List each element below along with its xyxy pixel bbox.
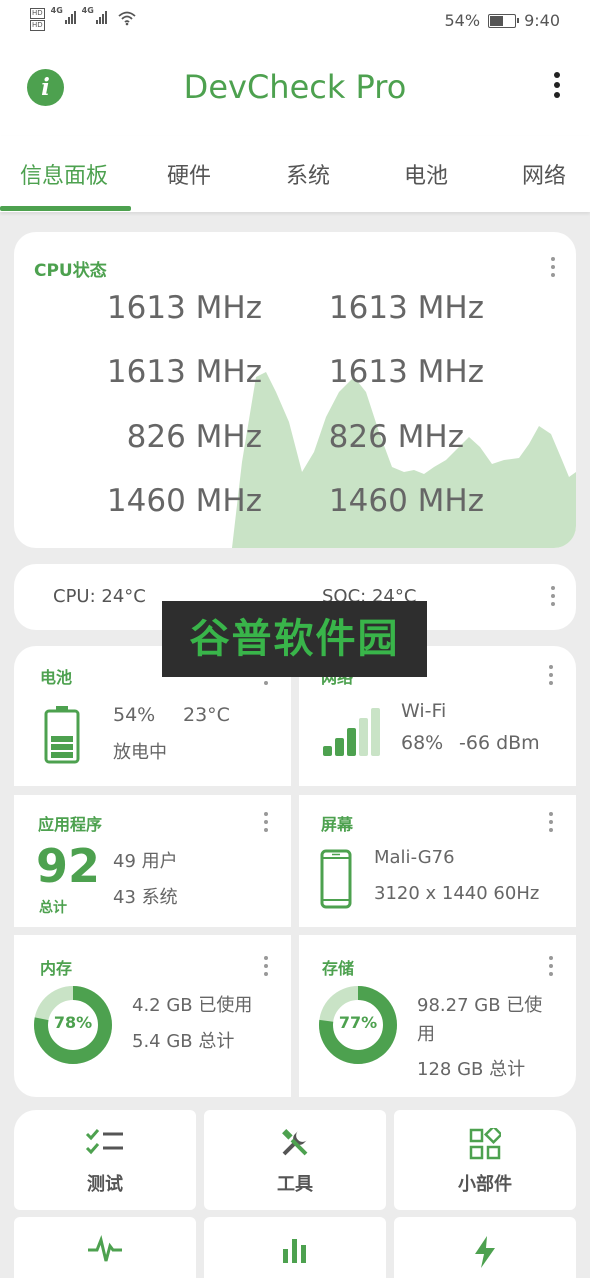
apps-card[interactable]: 应用程序 92 总计 49 用户 43 系统 [14,795,291,927]
memory-card-title: 内存 [40,959,73,978]
cpu-card-menu-icon[interactable] [550,257,556,281]
memory-card-menu-icon[interactable] [263,956,269,980]
tab-battery[interactable]: 电池 [404,158,448,190]
tool-charts-button[interactable] [204,1217,386,1278]
more-vert-icon[interactable] [552,72,562,104]
memory-used: 4.2 GB 已使用 [132,995,253,1016]
tool-pulse-button[interactable] [14,1217,196,1278]
app-title: DevCheck Pro [183,68,407,106]
storage-donut-chart: 77% [318,985,398,1065]
tools-icon [282,1129,308,1156]
apps-card-menu-icon[interactable] [263,812,269,836]
storage-card[interactable]: 存储 77% 98.27 GB 已使 用 128 GB 总计 [299,935,576,1097]
network-card-menu-icon[interactable] [548,665,554,689]
wifi-signal-bars-icon [323,708,381,756]
clock: 9:40 [524,11,560,30]
status-icons-left: HD HD 4G 4G [30,6,137,31]
battery-percent: 54% [444,11,481,30]
storage-card-menu-icon[interactable] [548,956,554,980]
pulse-icon [88,1235,122,1262]
widgets-icon [469,1128,501,1160]
temperature-card-menu-icon[interactable] [550,586,556,610]
cpu-core-2-freq: 1613 MHz [106,354,262,390]
screen-resolution: 3120 x 1440 60Hz [374,883,540,904]
cpu-core-7-freq: 1460 MHz [328,483,484,519]
tool-test-button[interactable]: 测试 [14,1110,196,1210]
battery-status: 放电中 [113,742,167,763]
storage-used-line-1: 98.27 GB 已使 [417,995,543,1016]
cpu-core-5-freq: 826 MHz [328,419,464,455]
storage-used-line-2: 用 [417,1024,435,1045]
tab-dashboard[interactable]: 信息面板 [20,158,108,190]
bolt-icon [475,1236,495,1268]
memory-card[interactable]: 内存 78% 4.2 GB 已使用 5.4 GB 总计 [14,935,291,1097]
status-icons-right: 54% 9:40 [445,11,561,30]
cpu-status-card[interactable]: CPU状态 1613 MHz 1613 MHz 1613 MHz 1613 MH… [14,232,576,548]
network-type: Wi-Fi [401,700,447,722]
apps-card-title: 应用程序 [38,815,103,834]
tab-system[interactable]: 系统 [286,158,330,190]
checklist-icon [85,1129,123,1155]
tab-network[interactable]: 网络 [522,158,566,190]
tab-hardware[interactable]: 硬件 [167,158,211,190]
tool-test-label: 测试 [87,1174,123,1195]
hd-label-1: HD [30,8,45,19]
cpu-core-6-freq: 1460 MHz [106,483,262,519]
hd-label-2: HD [30,20,45,31]
network-type-1: 4G [50,6,63,15]
tool-tools-label: 工具 [277,1174,313,1195]
battery-temperature: 23°C [183,704,230,726]
cpu-core-0-freq: 1613 MHz [106,290,262,326]
watermark-logo: 谷普软件园 [162,601,427,677]
apps-total-count: 92 [36,839,101,893]
screen-card[interactable]: 屏幕 Mali-G76 3120 x 1440 60Hz [299,795,576,927]
cpu-core-3-freq: 1613 MHz [328,354,484,390]
wifi-status-icon [118,11,136,26]
cell-signal-icon-1: 4G [50,6,76,24]
hd-indicator: HD HD [30,8,45,31]
tool-widgets-button[interactable]: 小部件 [394,1110,576,1210]
battery-status-icon [488,13,520,28]
tool-power-button[interactable] [394,1217,576,1278]
battery-card-title: 电池 [40,668,73,687]
tab-bar: 信息面板 硬件 系统 电池 网络 [0,136,590,212]
cpu-temperature: CPU: 24°C [53,586,146,607]
memory-total: 5.4 GB 总计 [132,1031,235,1052]
tab-indicator [0,206,131,211]
network-strength: 68% [401,732,444,754]
tool-tools-button[interactable]: 工具 [204,1110,386,1210]
storage-total: 128 GB 总计 [417,1059,526,1080]
cell-signal-icon-2: 4G [81,6,107,24]
bar-chart-icon [283,1239,306,1263]
tool-widgets-label: 小部件 [458,1174,512,1195]
screen-card-title: 屏幕 [321,815,354,834]
network-signal-dbm: -66 dBm [459,732,540,754]
phone-screen-icon [320,849,352,909]
cpu-card-title: CPU状态 [34,261,107,281]
screen-card-menu-icon[interactable] [548,812,554,836]
network-type-2: 4G [81,6,94,15]
apps-system-count: 43 系统 [113,887,178,908]
battery-percent-value: 54% [113,704,156,726]
status-bar: HD HD 4G 4G 54% 9:40 [0,0,590,44]
storage-card-title: 存储 [322,959,355,978]
memory-percent: 78% [53,1013,93,1032]
battery-icon [44,706,80,764]
screen-gpu: Mali-G76 [374,847,455,868]
storage-percent: 77% [338,1013,378,1032]
app-bar: i DevCheck Pro [0,44,590,136]
apps-user-count: 49 用户 [113,851,178,872]
apps-total-label: 总计 [39,900,67,916]
memory-donut-chart: 78% [33,985,113,1065]
cpu-core-1-freq: 1613 MHz [328,290,484,326]
cpu-core-4-freq: 826 MHz [126,419,262,455]
